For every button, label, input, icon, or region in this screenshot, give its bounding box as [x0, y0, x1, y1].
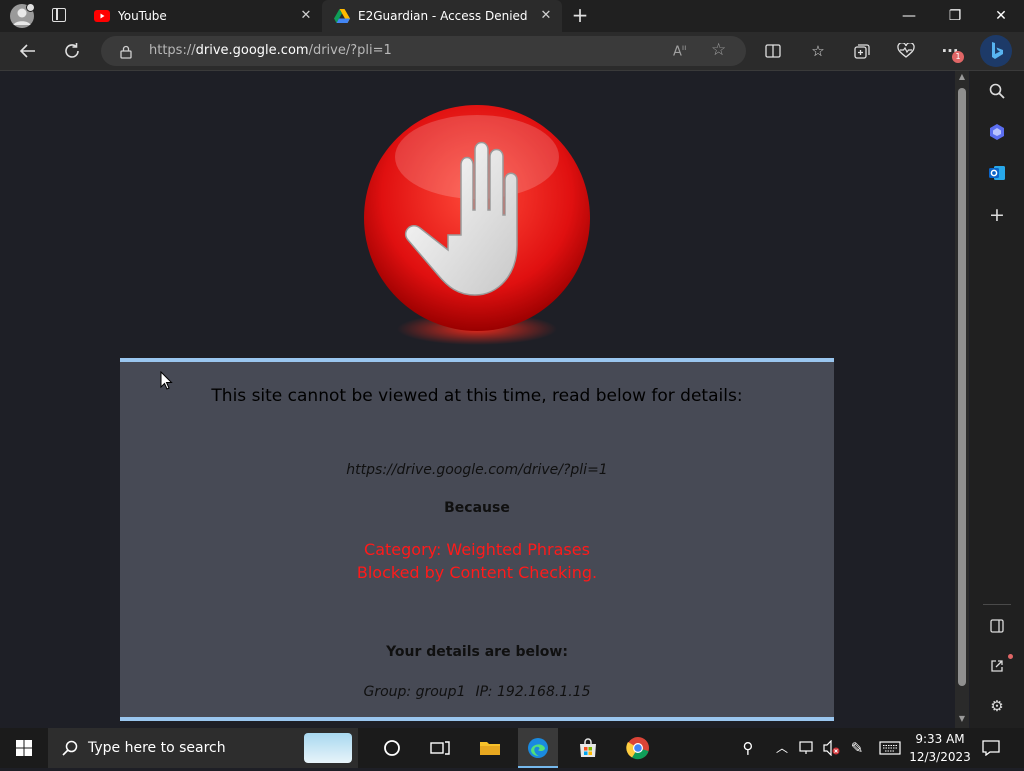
tab-youtube[interactable]: YouTube ✕ [84, 0, 322, 32]
read-aloud-icon[interactable]: Aıı [673, 43, 686, 59]
notification-dot [1008, 654, 1013, 659]
copilot-icon[interactable] [983, 118, 1011, 146]
tab-bar: YouTube ✕ E2Guardian - Access Denied ✕ +… [0, 0, 1024, 32]
chrome-icon[interactable] [618, 732, 658, 764]
details-label: Your details are below: [386, 644, 568, 660]
volume-muted-icon[interactable] [818, 732, 844, 764]
url-text[interactable]: https://drive.google.com/drive/?pli=1 [149, 43, 392, 58]
pen-workspace-icon[interactable]: ✎ [842, 732, 872, 764]
split-screen-icon[interactable] [758, 36, 788, 66]
url-path: /drive/?pli=1 [308, 43, 392, 58]
search-placeholder: Type here to search [88, 740, 226, 756]
blocked-url: https://drive.google.com/drive/?pli=1 [346, 462, 608, 478]
search-highlight-icon[interactable] [304, 733, 352, 763]
favorites-icon[interactable]: ☆ [803, 36, 833, 66]
stop-hand-icon [363, 105, 591, 350]
windows-start-icon[interactable] [4, 732, 44, 764]
profile-avatar[interactable] [10, 3, 35, 28]
block-reason-category: Category: Weighted Phrases [364, 540, 590, 559]
notification-badge: 1 [952, 51, 964, 63]
url-domain: drive.google.com [195, 43, 309, 58]
search-icon [62, 740, 78, 760]
restore-button[interactable]: ❐ [932, 0, 978, 32]
new-tab-button[interactable]: + [568, 4, 592, 28]
scroll-up-arrow-icon[interactable]: ▲ [957, 72, 967, 82]
youtube-icon [94, 10, 110, 22]
denied-heading: This site cannot be viewed at this time,… [211, 386, 743, 406]
tab-actions-icon[interactable] [52, 8, 66, 22]
edge-sidebar: + ⚙ [970, 71, 1024, 728]
because-label: Because [444, 500, 510, 516]
browser-toolbar: https://drive.google.com/drive/?pli=1 Aı… [0, 32, 1024, 71]
profile-badge [26, 3, 35, 12]
file-explorer-icon[interactable] [470, 732, 510, 764]
edge-browser-icon[interactable] [518, 728, 558, 768]
scrollbar-thumb[interactable] [958, 88, 966, 686]
minimize-button[interactable]: — [886, 0, 932, 32]
tab-title: YouTube [118, 9, 167, 23]
google-drive-icon [334, 9, 350, 23]
address-bar[interactable]: https://drive.google.com/drive/?pli=1 Aı… [101, 36, 746, 66]
access-denied-panel: This site cannot be viewed at this time,… [120, 358, 834, 721]
hide-sidebar-icon[interactable] [983, 612, 1011, 640]
bing-copilot-icon[interactable] [980, 35, 1012, 67]
system-clock[interactable]: 9:33 AM 12/3/2023 [908, 730, 972, 766]
taskbar-search-box[interactable]: Type here to search [48, 728, 358, 768]
close-window-button[interactable]: ✕ [978, 0, 1024, 32]
tab-e2guardian[interactable]: E2Guardian - Access Denied ✕ [322, 0, 562, 32]
touch-keyboard-icon[interactable] [874, 732, 906, 764]
microsoft-store-icon[interactable] [568, 732, 608, 764]
clock-time: 9:33 AM [915, 732, 965, 746]
clock-date: 12/3/2023 [909, 750, 971, 764]
notifications-icon[interactable] [972, 732, 1010, 764]
scroll-down-arrow-icon[interactable]: ▼ [957, 714, 967, 724]
people-icon[interactable]: ⚲ [728, 732, 768, 764]
windows-taskbar: Type here to search ⚲ ︿ ✎ 9:33 AM 12/3/2… [0, 728, 1024, 768]
outlook-icon[interactable] [983, 159, 1011, 187]
open-external-icon[interactable] [983, 652, 1013, 680]
search-icon[interactable] [983, 77, 1011, 105]
lock-icon[interactable] [119, 44, 133, 59]
settings-gear-icon[interactable]: ⚙ [983, 692, 1011, 720]
favorite-star-icon[interactable]: ☆ [711, 40, 726, 60]
cortana-icon[interactable] [372, 732, 412, 764]
add-sidebar-app-icon[interactable]: + [983, 201, 1011, 229]
group-value: Group: group1 [363, 684, 466, 700]
close-tab-icon[interactable]: ✕ [538, 8, 554, 24]
block-reason-detail: Blocked by Content Checking. [356, 563, 598, 582]
back-button[interactable] [13, 36, 43, 66]
ip-value: IP: 192.168.1.15 [475, 684, 591, 700]
user-details: Group: group1 IP: 192.168.1.15 [120, 684, 834, 700]
refresh-button[interactable] [57, 36, 87, 66]
mouse-cursor-icon [160, 370, 174, 391]
task-view-icon[interactable] [420, 732, 460, 764]
tab-title: E2Guardian - Access Denied [358, 9, 528, 23]
close-tab-icon[interactable]: ✕ [298, 8, 314, 24]
collections-icon[interactable] [847, 36, 877, 66]
sidebar-divider [983, 604, 1011, 605]
browser-essentials-icon[interactable] [891, 36, 921, 66]
url-prefix: https:// [149, 43, 196, 58]
